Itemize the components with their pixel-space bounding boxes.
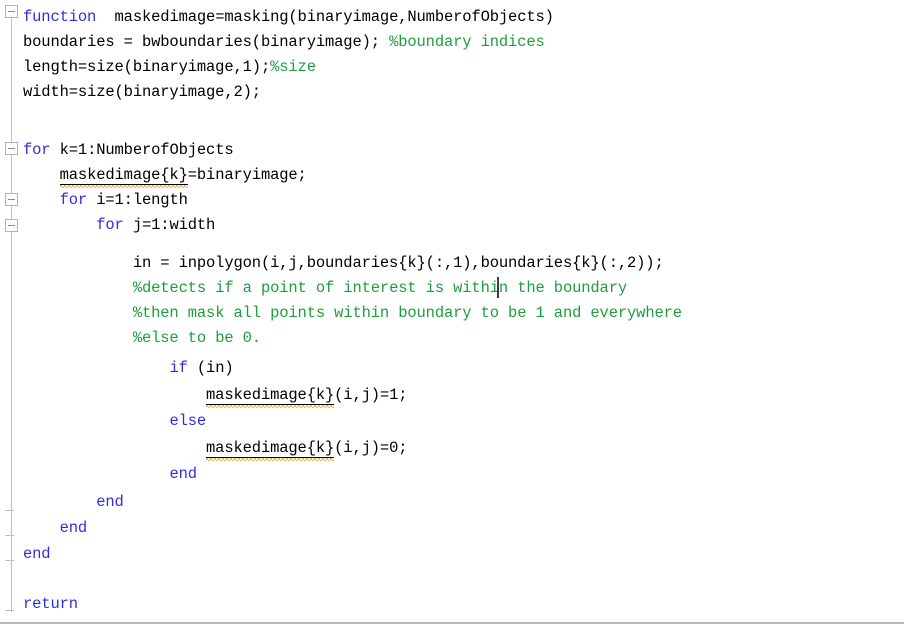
code-line-5[interactable]: for k=1:NumberofObjects [23, 138, 234, 163]
code-analyzer-warning-token: maskedimage{k} [206, 386, 334, 405]
code-line-0[interactable]: function maskedimage=masking(binaryimage… [23, 5, 554, 30]
code-token-plain: i=1:length [87, 191, 188, 209]
code-line-14[interactable]: maskedimage{k}(i,j)=1; [23, 383, 407, 408]
code-token-plain [23, 386, 206, 404]
code-token-plain [23, 412, 169, 430]
code-token-plain: maskedimage=masking(binaryimage,Numberof… [96, 8, 554, 26]
code-line-8[interactable]: for j=1:width [23, 213, 215, 238]
code-token-kw: if [169, 359, 187, 377]
code-token-kw: end [60, 519, 87, 537]
fold-for-k-collapse-icon[interactable] [5, 142, 18, 155]
code-token-plain: =binaryimage; [188, 166, 307, 184]
code-token-plain: j=1:width [124, 216, 216, 234]
code-token-plain [23, 216, 96, 234]
code-token-cmt: %then mask all points within boundary to… [133, 304, 682, 322]
matlab-code-editor[interactable]: function maskedimage=masking(binaryimage… [0, 0, 904, 624]
code-token-kw: end [96, 493, 123, 511]
code-text-area[interactable]: function maskedimage=masking(binaryimage… [23, 0, 904, 624]
fold-tick-end-i [5, 535, 14, 536]
code-token-plain: boundaries = bwboundaries(binaryimage); [23, 33, 389, 51]
code-token-plain [23, 279, 133, 297]
code-line-17[interactable]: end [23, 462, 197, 487]
code-token-plain [23, 359, 169, 377]
code-line-15[interactable]: else [23, 409, 206, 434]
code-token-plain [23, 439, 206, 457]
code-line-4[interactable] [23, 105, 32, 130]
code-line-18[interactable]: end [23, 490, 124, 515]
code-token-plain [23, 166, 60, 184]
code-token-cmt: %size [270, 58, 316, 76]
fold-function-collapse-icon[interactable] [5, 5, 18, 18]
code-token-plain [23, 304, 133, 322]
code-line-2[interactable]: length=size(binaryimage,1);%size [23, 55, 316, 80]
fold-spine-function [11, 18, 12, 612]
code-line-9[interactable]: in = inpolygon(i,j,boundaries{k}(:,1),bo… [23, 251, 664, 276]
fold-spine-nested [11, 155, 12, 215]
code-token-plain: (i,j)=1; [334, 386, 407, 404]
code-line-11[interactable]: %then mask all points within boundary to… [23, 301, 682, 326]
code-line-21[interactable] [23, 568, 32, 593]
code-token-plain: k=1:NumberofObjects [50, 141, 233, 159]
code-token-plain: in = inpolygon(i,j,boundaries{k}(:,1),bo… [23, 254, 664, 272]
code-token-plain: (i,j)=0; [334, 439, 407, 457]
code-line-6[interactable]: maskedimage{k}=binaryimage; [23, 163, 307, 188]
code-token-kw: else [169, 412, 206, 430]
code-token-kw: for [23, 141, 50, 159]
code-token-kw: function [23, 8, 96, 26]
fold-for-i-collapse-icon[interactable] [5, 193, 18, 206]
code-token-plain [23, 191, 60, 209]
code-token-cmt: %detects if a point of interest is withi… [133, 279, 627, 297]
fold-tick-end-j [5, 510, 14, 511]
code-line-7[interactable]: for i=1:length [23, 188, 188, 213]
code-line-13[interactable]: if (in) [23, 356, 234, 381]
fold-tick-return [5, 610, 14, 611]
code-line-16[interactable]: maskedimage{k}(i,j)=0; [23, 436, 407, 461]
code-line-10[interactable]: %detects if a point of interest is withi… [23, 276, 627, 301]
fold-for-j-collapse-icon[interactable] [5, 219, 18, 232]
code-token-cmt: %else to be 0. [133, 329, 261, 347]
code-token-kw: for [96, 216, 123, 234]
code-line-12[interactable]: %else to be 0. [23, 326, 261, 351]
fold-gutter[interactable] [0, 0, 23, 624]
fold-tick-end-k [5, 560, 14, 561]
code-token-plain: (in) [188, 359, 234, 377]
code-token-plain [23, 329, 133, 347]
code-token-kw: end [169, 465, 196, 483]
code-token-plain [23, 519, 60, 537]
code-token-plain: length=size(binaryimage,1); [23, 58, 270, 76]
code-token-kw: return [23, 595, 78, 613]
code-line-1[interactable]: boundaries = bwboundaries(binaryimage); … [23, 30, 545, 55]
code-line-22[interactable]: return [23, 592, 78, 617]
code-token-plain: width=size(binaryimage,2); [23, 83, 261, 101]
code-token-kw: for [60, 191, 87, 209]
code-line-20[interactable]: end [23, 542, 50, 567]
text-caret [497, 277, 499, 298]
code-line-19[interactable]: end [23, 516, 87, 541]
code-token-plain [23, 493, 96, 511]
code-token-cmt: %boundary indices [389, 33, 545, 51]
code-token-kw: end [23, 545, 50, 563]
code-token-plain [23, 465, 169, 483]
code-line-3[interactable]: width=size(binaryimage,2); [23, 80, 261, 105]
code-analyzer-warning-token: maskedimage{k} [206, 439, 334, 458]
code-analyzer-warning-token: maskedimage{k} [60, 166, 188, 185]
